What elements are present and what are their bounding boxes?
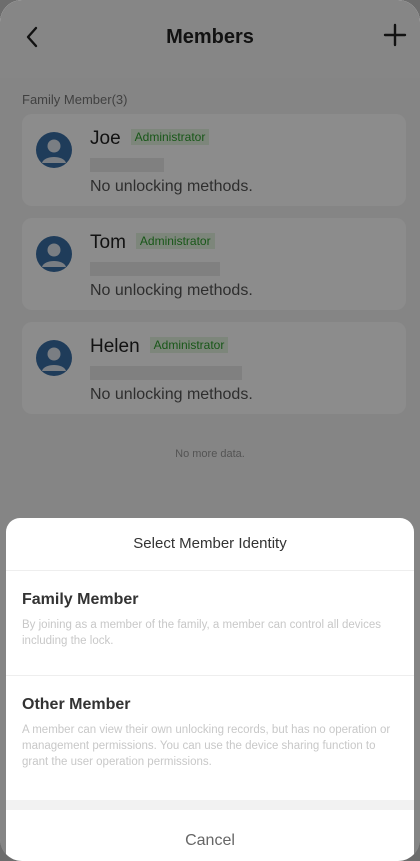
member-identity-sheet: Select Member Identity Family Member By … bbox=[6, 518, 414, 861]
option-description: By joining as a member of the family, a … bbox=[22, 619, 381, 647]
sheet-title: Select Member Identity bbox=[6, 518, 414, 571]
option-description: A member can view their own unlocking re… bbox=[22, 724, 391, 768]
other-member-option[interactable]: Other Member A member can view their own… bbox=[6, 676, 414, 800]
members-screen: Members Family Member(3) Joe Administrato… bbox=[0, 0, 420, 861]
option-title: Family Member bbox=[22, 591, 139, 608]
cancel-button[interactable]: Cancel bbox=[6, 810, 414, 861]
family-member-option[interactable]: Family Member By joining as a member of … bbox=[6, 571, 414, 676]
sheet-divider bbox=[6, 800, 414, 810]
option-title: Other Member bbox=[22, 696, 131, 713]
